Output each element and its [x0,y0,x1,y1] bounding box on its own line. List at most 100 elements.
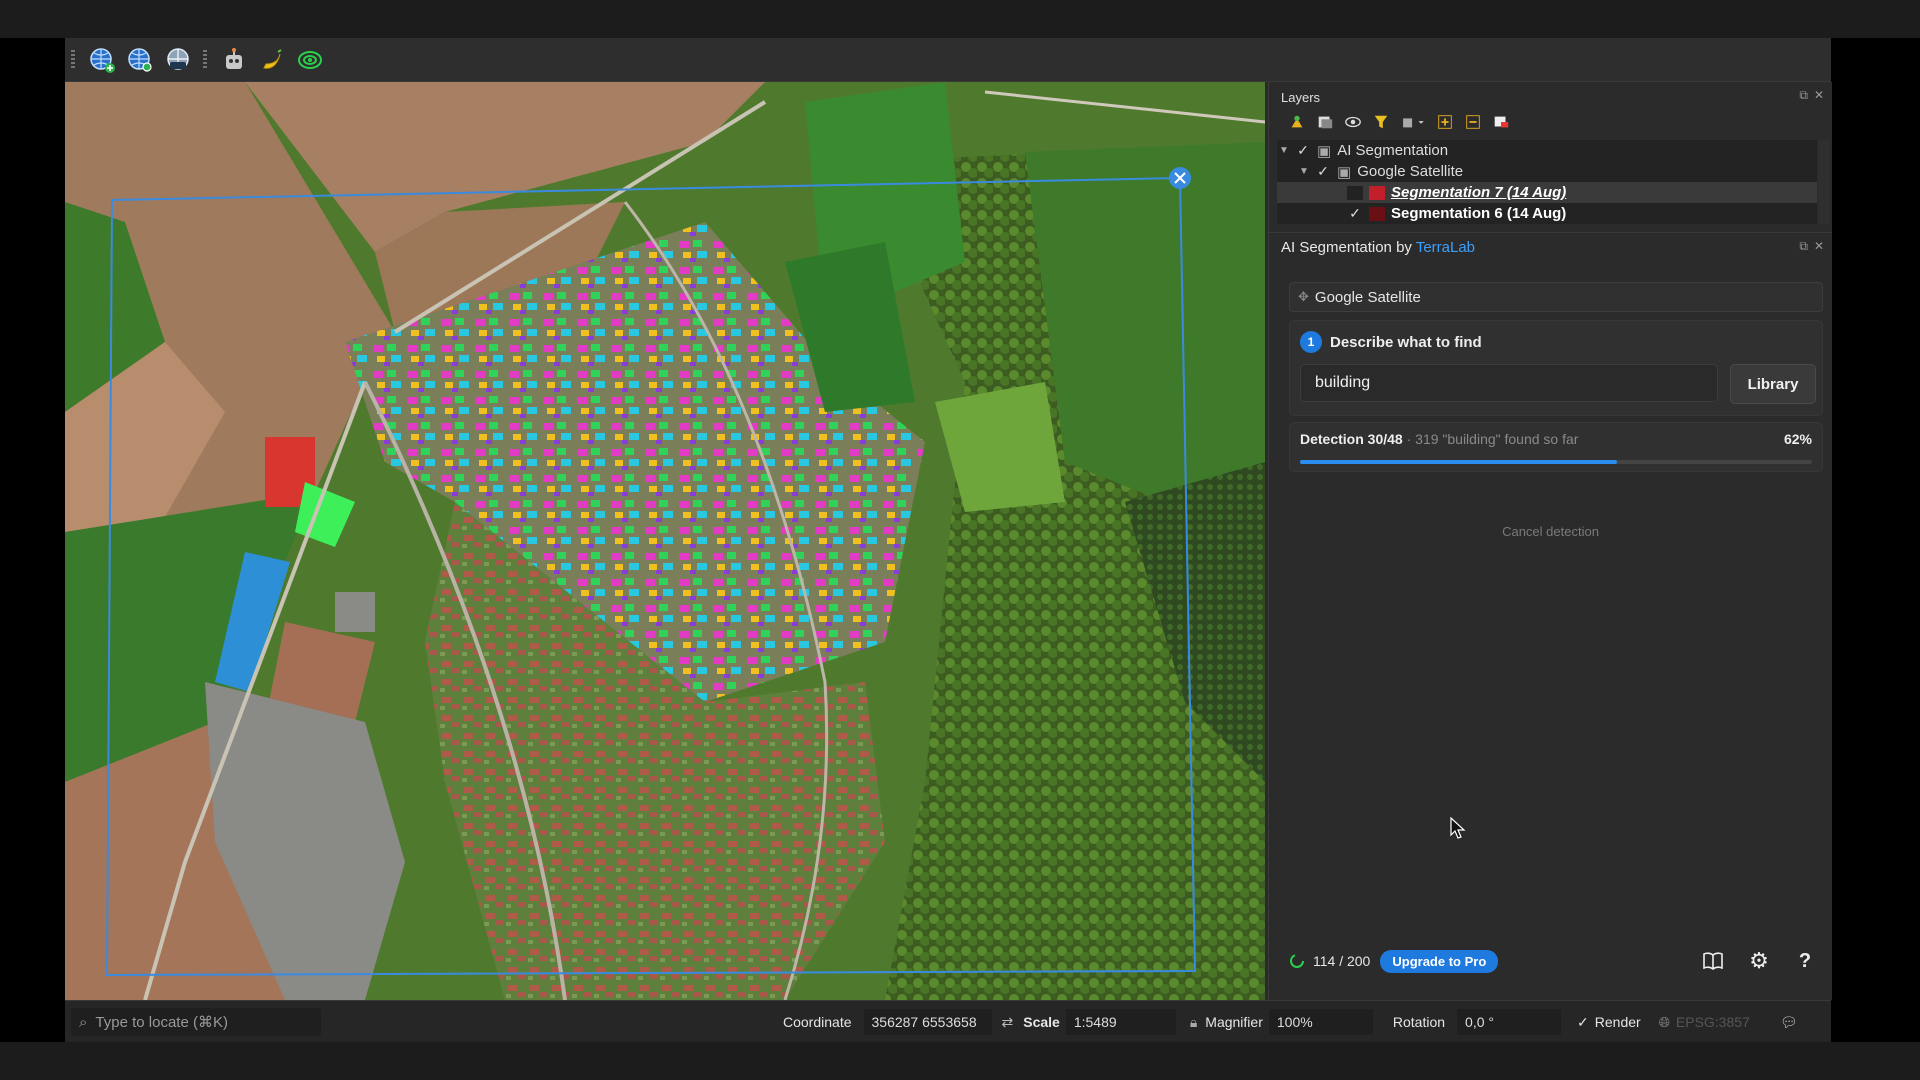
collapse-all-icon[interactable] [1463,112,1483,132]
layer-color-swatch [1369,206,1385,221]
terralab-link[interactable]: TerraLab [1416,239,1475,256]
source-layer-label: Google Satellite [1314,288,1421,306]
qgis-window: Layers ⧉ ✕ ▼ ✓ ▣ AI Segmentation ▼ ✓ ▣ G… [65,38,1832,1043]
detection-detail: · 319 "building" found so far [1402,431,1579,447]
float-panel-icon[interactable]: ⧉ [1799,88,1808,103]
detection-label: Detection 30/48 [1300,431,1403,447]
render-checkbox[interactable]: ✓ [1577,1014,1589,1031]
upgrade-button[interactable]: Upgrade to Pro [1380,949,1499,973]
progress-track [1300,460,1812,464]
ai-panel-title-prefix: AI Segmentation by [1281,239,1416,256]
toolbar-grip[interactable] [71,49,75,70]
render-label: Render [1594,1014,1641,1030]
prompt-card: 1 Describe what to find Library [1289,320,1823,416]
group-icon: ▣ [1317,142,1332,160]
magnifier-field[interactable]: 100% [1268,1009,1373,1035]
source-layer-select[interactable]: ✥ Google Satellite [1289,282,1823,312]
lock-scale-icon[interactable]: 🔒︎ [1190,1014,1197,1031]
gear-icon[interactable]: ⚙ [1729,948,1789,974]
status-bar: ⌕ Type to locate (⌘K) Coordinate 356287 … [65,1000,1831,1043]
style-manager-icon[interactable] [1287,112,1307,132]
right-dock: Layers ⧉ ✕ ▼ ✓ ▣ AI Segmentation ▼ ✓ ▣ G… [1268,82,1832,1000]
layers-scrollbar[interactable] [1818,140,1830,224]
close-panel-icon[interactable]: ✕ [1814,88,1824,103]
tree-label: Segmentation 6 (14 Aug) [1391,205,1567,222]
screen-top-bar [0,0,1920,38]
ai-panel-controls: ⧉ ✕ [1799,239,1824,254]
filter-by-expression-icon[interactable] [1399,112,1427,132]
scale-field[interactable]: 1:5489 [1065,1009,1176,1035]
layers-panel-controls: ⧉ ✕ [1799,88,1824,103]
step-header: 1 Describe what to find [1300,331,1482,353]
locator-bar[interactable]: ⌕ Type to locate (⌘K) [71,1008,321,1036]
progress-percent: 62% [1783,431,1812,447]
detection-card: Detection 30/48 · 319 "building" found s… [1289,422,1823,472]
scale-label: Scale [1023,1014,1060,1030]
chevron-down-icon[interactable]: ▼ [1297,166,1311,177]
crs-label[interactable]: EPSG:3857 [1676,1014,1750,1030]
tree-label: AI Segmentation [1337,142,1449,159]
progress-fill [1300,460,1618,464]
locator-placeholder: Type to locate (⌘K) [95,1014,228,1031]
step-badge: 1 [1300,331,1322,353]
layer-checkbox[interactable]: ✓ [1347,205,1363,222]
layer-checkbox[interactable]: ✓ [1315,163,1331,180]
coordinate-label: Coordinate [783,1014,852,1030]
coordinate-field[interactable]: 356287 6553658 [863,1009,992,1035]
layer-checkbox[interactable] [1347,185,1363,200]
ai-panel-footer: 114 / 200 Upgrade to Pro ⚙ ? [1289,946,1821,976]
step-label: Describe what to find [1330,333,1482,351]
status-fields: Coordinate 356287 6553658 ⇄ Scale 1:5489… [783,1001,1798,1043]
globe-add-icon[interactable] [86,44,118,76]
rotation-label: Rotation [1392,1014,1446,1030]
layer-color-swatch [1369,185,1385,200]
tree-row-segmentation-7[interactable]: Segmentation 7 (14 Aug) [1277,182,1817,203]
cancel-detection-button[interactable]: Cancel detection [1269,524,1832,539]
selection-close-icon[interactable] [1169,167,1191,189]
tree-label: Segmentation 7 (14 Aug) [1391,184,1567,201]
add-group-icon[interactable] [1315,112,1335,132]
tree-row-segmentation-6[interactable]: ✓ Segmentation 6 (14 Aug) [1277,203,1817,224]
messages-icon[interactable]: 💬︎ [1780,1014,1798,1031]
map-canvas[interactable] [65,82,1265,1000]
tree-row-google-satellite[interactable]: ▼ ✓ ▣ Google Satellite [1277,161,1817,182]
layers-panel-title: Layers [1281,90,1321,105]
mouse-cursor-icon [1450,816,1466,844]
rotation-field[interactable]: 0,0 ° [1457,1009,1562,1035]
group-icon: ▣ [1337,163,1352,181]
ai-panel-title: AI Segmentation by TerraLab [1281,239,1475,256]
layers-toolbar [1287,112,1511,132]
target-icon[interactable] [294,44,326,76]
panel-divider [1269,232,1832,233]
crs-globe-icon[interactable]: 🌐︎ [1659,1014,1670,1031]
remove-layer-icon[interactable] [1491,112,1511,132]
extents-toggle-icon[interactable]: ⇄ [1002,1014,1014,1031]
screen-bottom-bar [0,1042,1920,1080]
tree-label: Google Satellite [1357,163,1464,180]
filter-icon[interactable] [1371,112,1391,132]
banana-icon[interactable] [256,44,288,76]
magnifier-label: Magnifier [1205,1014,1263,1030]
globe-search-icon[interactable] [124,44,156,76]
raster-layer-icon: ✥ [1298,289,1309,304]
chevron-down-icon[interactable]: ▼ [1277,145,1291,156]
tree-row-ai-segmentation[interactable]: ▼ ✓ ▣ AI Segmentation [1277,140,1817,161]
globe-layers-icon[interactable] [162,44,194,76]
library-button[interactable]: Library [1730,364,1816,404]
visibility-icon[interactable] [1343,112,1363,132]
close-panel-icon[interactable]: ✕ [1814,239,1824,254]
robot-icon[interactable] [218,44,250,76]
spinner-icon [1290,954,1304,968]
credits-counter: 114 / 200 [1313,953,1371,969]
search-icon: ⌕ [79,1013,88,1031]
toolbar-grip-2[interactable] [203,49,207,70]
book-icon[interactable] [1697,952,1729,970]
plugin-toolbar [65,38,1831,82]
expand-all-icon[interactable] [1435,112,1455,132]
layers-tree: ▼ ✓ ▣ AI Segmentation ▼ ✓ ▣ Google Satel… [1277,140,1817,224]
prompt-input[interactable] [1300,364,1718,402]
detection-status: Detection 30/48 · 319 "building" found s… [1300,431,1578,447]
layer-checkbox[interactable]: ✓ [1295,142,1311,159]
help-icon[interactable]: ? [1789,950,1821,973]
float-panel-icon[interactable]: ⧉ [1799,239,1808,254]
